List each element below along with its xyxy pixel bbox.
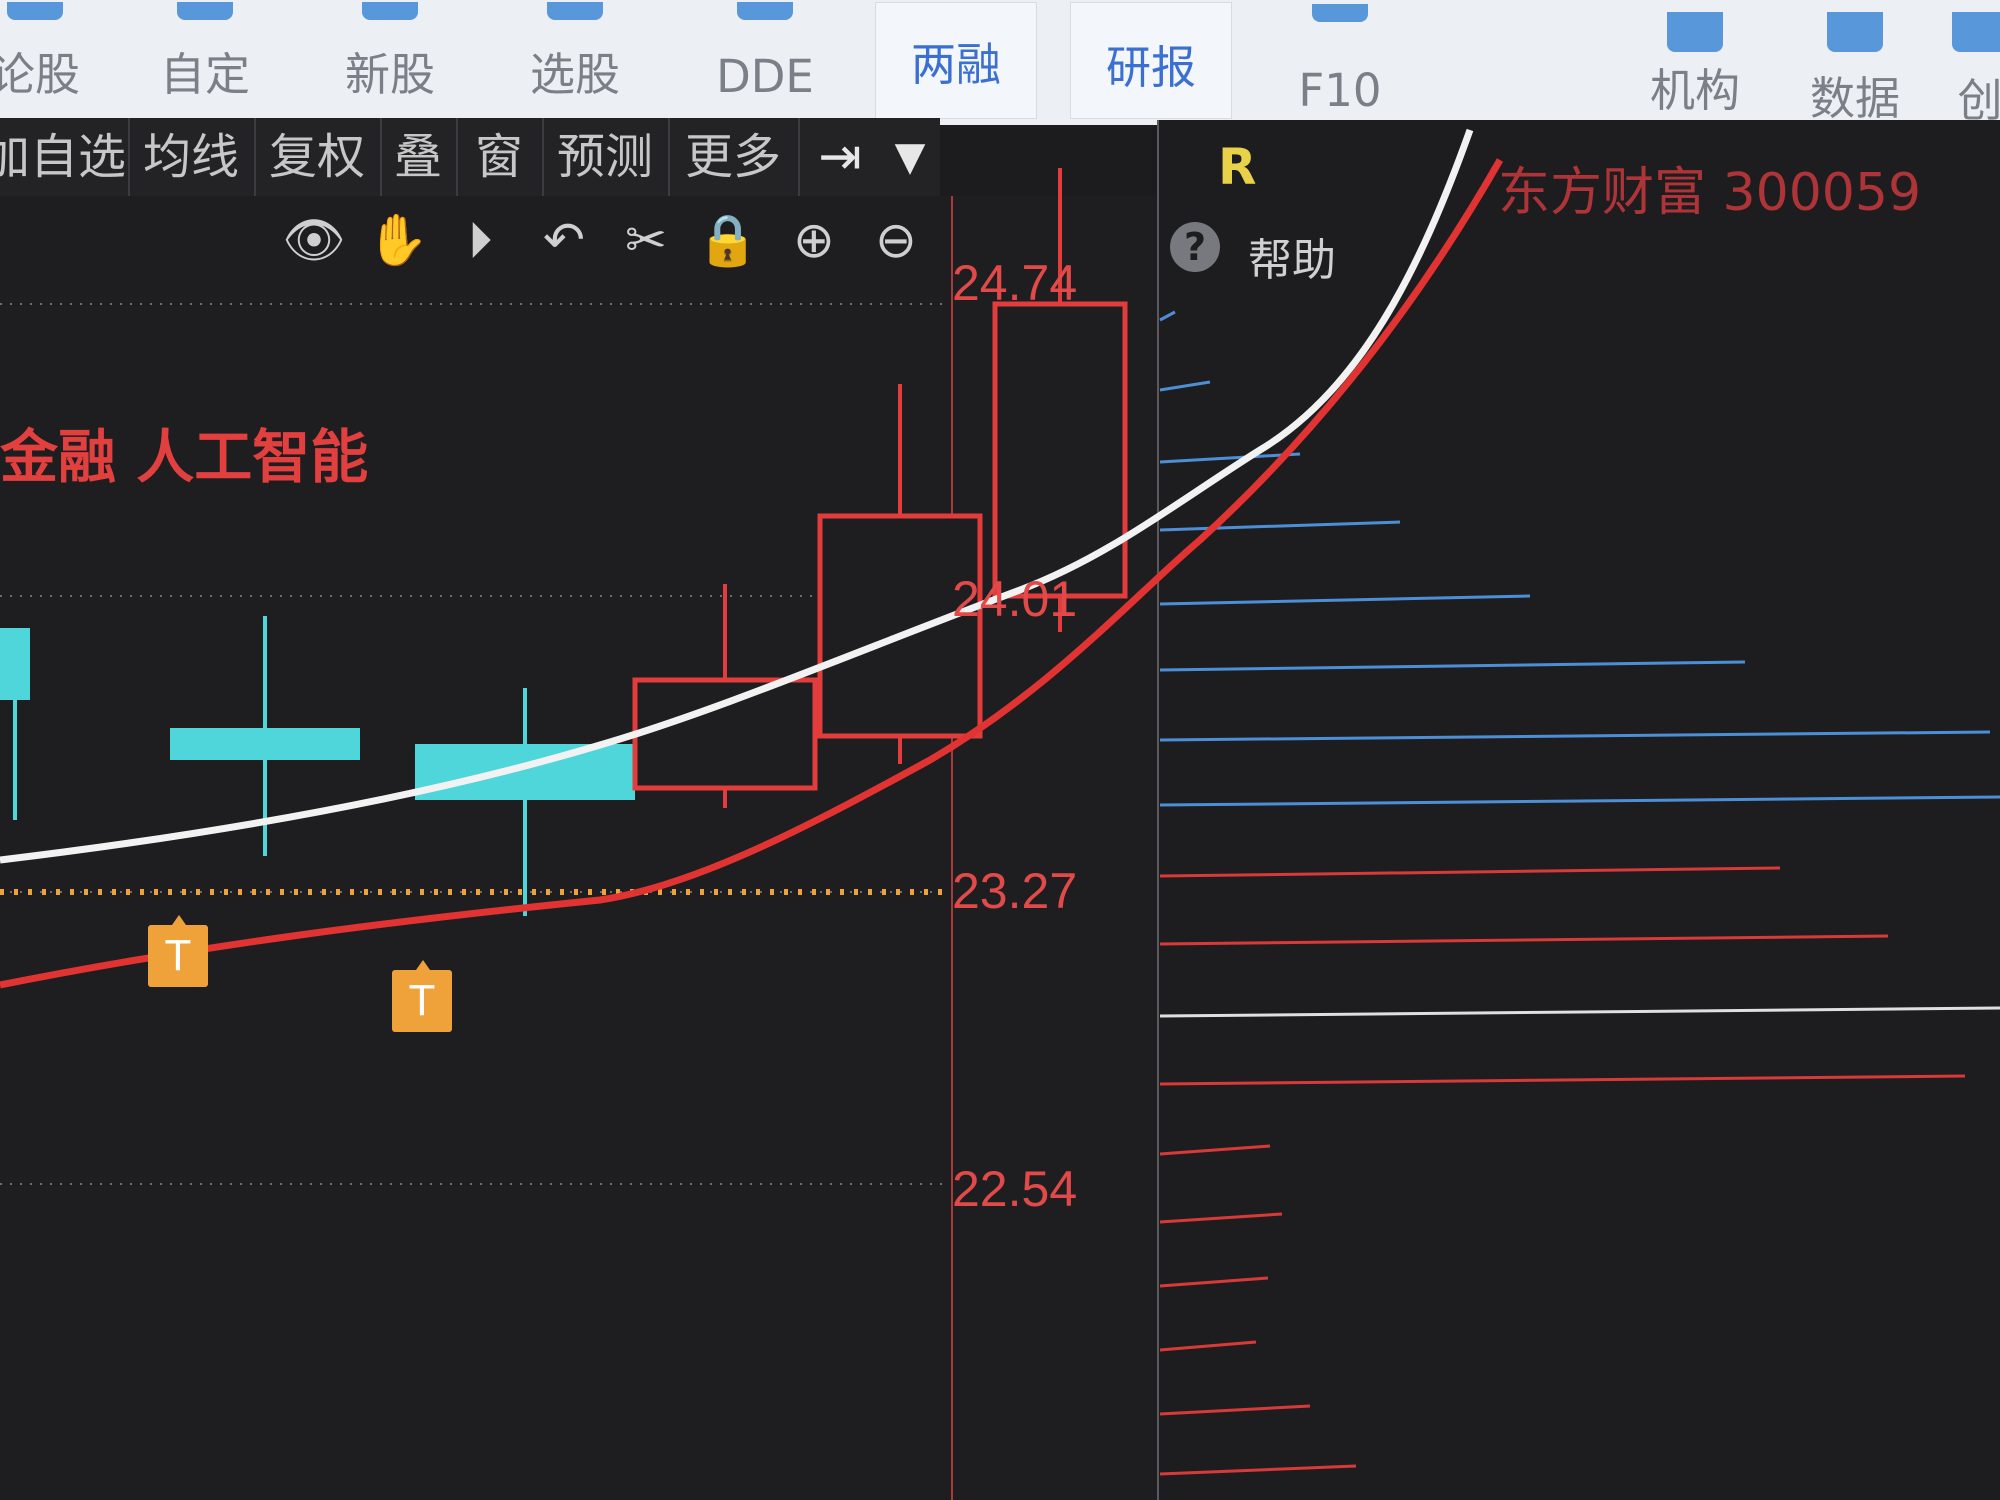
custom-icon — [177, 2, 233, 20]
tab-chuang[interactable]: 创 — [1940, 2, 2000, 127]
stock-name-label: 东方财富 300059 — [1498, 163, 1922, 223]
zoom-in-icon[interactable]: ⊕ — [782, 208, 846, 272]
lock-icon[interactable]: 🔒 — [696, 208, 760, 272]
t-marker[interactable]: T — [148, 915, 208, 987]
help-link[interactable]: 帮助 — [1248, 224, 1336, 288]
tab-lungu[interactable]: 论股 — [0, 2, 90, 117]
chuang-icon — [1952, 12, 2000, 52]
forecast-button[interactable]: 预测 — [542, 118, 670, 196]
chart-toolbar: 加自选 均线 复权 叠 窗 预测 更多 ⇥ ▼ — [0, 118, 940, 197]
stock-picker-icon — [547, 2, 603, 20]
tab-data[interactable]: 数据 — [1780, 2, 1930, 125]
tab-margin[interactable]: 两融 — [875, 2, 1037, 119]
tab-custom[interactable]: 自定 — [140, 2, 270, 117]
price-label-22-54: 22.54 — [952, 1161, 1078, 1217]
right-info-panel — [1158, 120, 2000, 1500]
expand-right-icon[interactable]: ⇥ — [800, 118, 880, 196]
t-marker[interactable]: T — [392, 960, 452, 1032]
concept-tags: 金融 人工智能 — [0, 423, 369, 491]
adjust-rights-button[interactable]: 复权 — [254, 118, 382, 196]
lungu-icon — [7, 2, 63, 20]
price-label-23-27: 23.27 — [952, 863, 1078, 919]
tab-research[interactable]: 研报 — [1070, 2, 1232, 119]
tab-f10[interactable]: F10 — [1260, 2, 1420, 117]
add-watchlist-button[interactable]: 加自选 — [0, 118, 130, 196]
window-button[interactable]: 窗 — [456, 118, 544, 196]
chevron-down-icon[interactable]: ▼ — [880, 118, 940, 196]
overlay-button[interactable]: 叠 — [380, 118, 458, 196]
kline-chart-area[interactable] — [0, 196, 1158, 1500]
dde-icon — [737, 2, 793, 20]
moving-average-button[interactable]: 均线 — [128, 118, 256, 196]
play-icon[interactable]: ⏵ — [448, 208, 512, 272]
institution-icon — [1667, 12, 1723, 52]
zoom-out-icon[interactable]: ⊖ — [864, 208, 928, 272]
more-button[interactable]: 更多 — [668, 118, 800, 196]
new-stock-icon — [362, 2, 418, 20]
tab-institution[interactable]: 机构 — [1620, 2, 1770, 117]
tab-new-stock[interactable]: 新股 — [325, 2, 455, 117]
hand-icon[interactable]: ✋ — [366, 208, 430, 272]
top-toolbar: 论股 自定 新股 选股 DDE 两融 研报 F10 机构 数据 创 — [0, 0, 2000, 127]
price-label-24-74: 24.74 — [952, 255, 1078, 311]
tab-dde[interactable]: DDE — [690, 2, 840, 117]
tab-stock-picker[interactable]: 选股 — [510, 2, 640, 117]
data-icon — [1827, 12, 1883, 52]
f10-icon — [1312, 4, 1368, 22]
undo-icon[interactable]: ↶ — [532, 208, 596, 272]
price-label-24-01: 24.01 — [952, 571, 1078, 627]
eye-icon[interactable]: 👁 — [282, 208, 346, 272]
r-marker: R — [1218, 138, 1257, 196]
help-icon[interactable]: ? — [1170, 222, 1220, 272]
scissors-icon[interactable]: ✂ — [614, 208, 678, 272]
